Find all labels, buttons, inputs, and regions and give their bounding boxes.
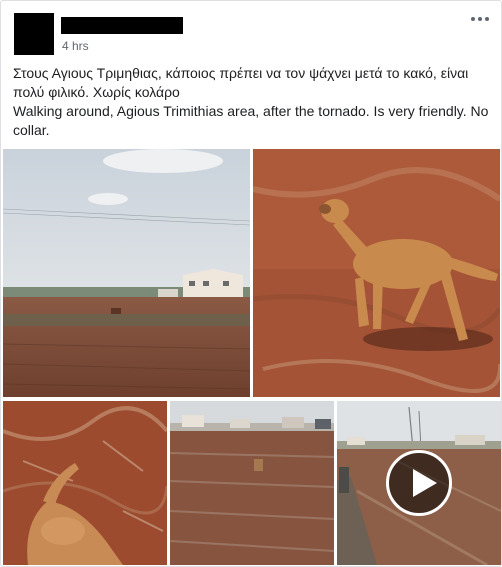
author-name-redacted[interactable] <box>61 17 183 34</box>
photo-dog-walking[interactable] <box>253 149 500 397</box>
post-timestamp[interactable]: 4 hrs <box>62 39 89 53</box>
more-options-icon[interactable] <box>471 13 489 25</box>
post-card: 4 hrs Στους Αγιους Τριμηθιας, κάποιος πρ… <box>0 0 502 567</box>
post-text-english: Walking around, Agious Trimithias area, … <box>13 103 489 138</box>
photo-dog-closeup[interactable] <box>3 401 167 565</box>
post-text-greek: Στους Αγιους Τριμηθιας, κάποιος πρέπει ν… <box>13 65 469 100</box>
photo-field-house[interactable] <box>3 149 250 397</box>
post-text: Στους Αγιους Τριμηθιας, κάποιος πρέπει ν… <box>13 64 491 140</box>
photo-dog-distance[interactable] <box>170 401 334 565</box>
play-icon[interactable] <box>386 450 452 516</box>
author-avatar-redacted[interactable] <box>14 13 54 55</box>
video-thumbnail[interactable] <box>337 401 501 565</box>
